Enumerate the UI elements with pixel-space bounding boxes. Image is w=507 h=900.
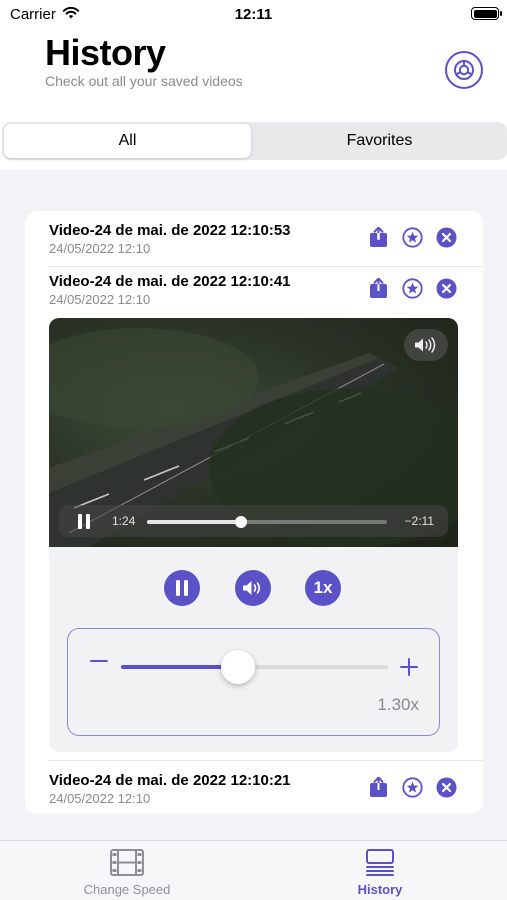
history-list-icon <box>366 849 394 876</box>
video-title: Video-24 de mai. de 2022 12:10:21 <box>49 772 291 789</box>
tab-change-speed-label: Change Speed <box>83 882 171 897</box>
video-volume-button[interactable] <box>404 329 448 361</box>
video-row[interactable]: Video-24 de mai. de 2022 12:10:53 24/05/… <box>25 211 483 261</box>
battery-icon <box>471 7 502 20</box>
video-date: 24/05/2022 12:10 <box>49 292 151 307</box>
share-icon <box>370 777 387 797</box>
pause-icon <box>176 580 188 596</box>
status-bar: Carrier 12:11 <box>0 0 507 28</box>
favorite-button[interactable] <box>402 227 423 248</box>
close-circle-icon <box>436 227 457 248</box>
tab-bar: Change Speed History <box>0 840 507 900</box>
elapsed-time: 1:24 <box>112 514 136 528</box>
plus-icon[interactable] <box>399 657 419 677</box>
share-button[interactable] <box>368 777 389 798</box>
speed-control: 1.30x <box>67 628 440 736</box>
remaining-time: −2:11 <box>404 514 434 528</box>
tab-history-label: History <box>357 882 403 897</box>
status-time: 12:11 <box>234 6 273 23</box>
delete-button[interactable] <box>436 278 457 299</box>
star-circle-icon <box>402 777 423 798</box>
tab-change-speed[interactable]: Change Speed <box>27 849 227 897</box>
page-title: History <box>45 32 166 73</box>
speed-slider[interactable] <box>121 650 388 684</box>
video-row[interactable]: Video-24 de mai. de 2022 12:10:41 24/05/… <box>25 262 483 312</box>
share-icon <box>370 227 387 247</box>
delete-button[interactable] <box>436 777 457 798</box>
video-scrubber[interactable] <box>147 516 387 528</box>
video-progress-fill <box>147 520 241 524</box>
speed-value: 1.30x <box>377 695 419 714</box>
pause-button[interactable] <box>164 570 200 606</box>
video-title: Video-24 de mai. de 2022 12:10:41 <box>49 273 291 290</box>
favorite-button[interactable] <box>402 278 423 299</box>
share-button[interactable] <box>368 278 389 299</box>
settings-button[interactable] <box>445 51 483 89</box>
video-date: 24/05/2022 12:10 <box>49 791 151 806</box>
video-player-panel: 1:24 −2:11 1x 1.30x <box>49 318 458 752</box>
volume-button[interactable] <box>235 570 271 606</box>
minus-icon[interactable] <box>89 651 109 671</box>
speed-slider-thumb[interactable] <box>221 650 256 684</box>
video-list: Video-24 de mai. de 2022 12:10:53 24/05/… <box>25 211 483 814</box>
video-controls-bar: 1:24 −2:11 <box>59 505 448 537</box>
favorite-button[interactable] <box>402 777 423 798</box>
segment-all[interactable]: All <box>4 124 251 158</box>
close-circle-icon <box>436 278 457 299</box>
share-icon <box>370 278 387 298</box>
video-date: 24/05/2022 12:10 <box>49 241 151 256</box>
filter-segmented-control: All Favorites <box>2 122 507 160</box>
page-subtitle: Check out all your saved videos <box>45 73 243 89</box>
speaker-icon <box>415 337 436 353</box>
speaker-icon <box>243 581 261 595</box>
video-title: Video-24 de mai. de 2022 12:10:53 <box>49 222 291 239</box>
video-scrubber-thumb[interactable] <box>234 516 247 528</box>
star-circle-icon <box>402 278 423 299</box>
speed-reset-button[interactable]: 1x <box>305 570 341 606</box>
video-frame[interactable]: 1:24 −2:11 <box>49 318 458 547</box>
settings-gear-icon <box>454 60 474 80</box>
close-circle-icon <box>436 777 457 798</box>
delete-button[interactable] <box>436 227 457 248</box>
film-icon <box>110 849 144 876</box>
video-row[interactable]: Video-24 de mai. de 2022 12:10:21 24/05/… <box>25 761 483 811</box>
share-button[interactable] <box>368 227 389 248</box>
video-pause-icon[interactable] <box>77 514 91 529</box>
segment-favorites[interactable]: Favorites <box>256 124 503 158</box>
star-circle-icon <box>402 227 423 248</box>
header-area: Carrier 12:11 History Check out all your… <box>0 0 507 170</box>
tab-history[interactable]: History <box>280 849 480 897</box>
